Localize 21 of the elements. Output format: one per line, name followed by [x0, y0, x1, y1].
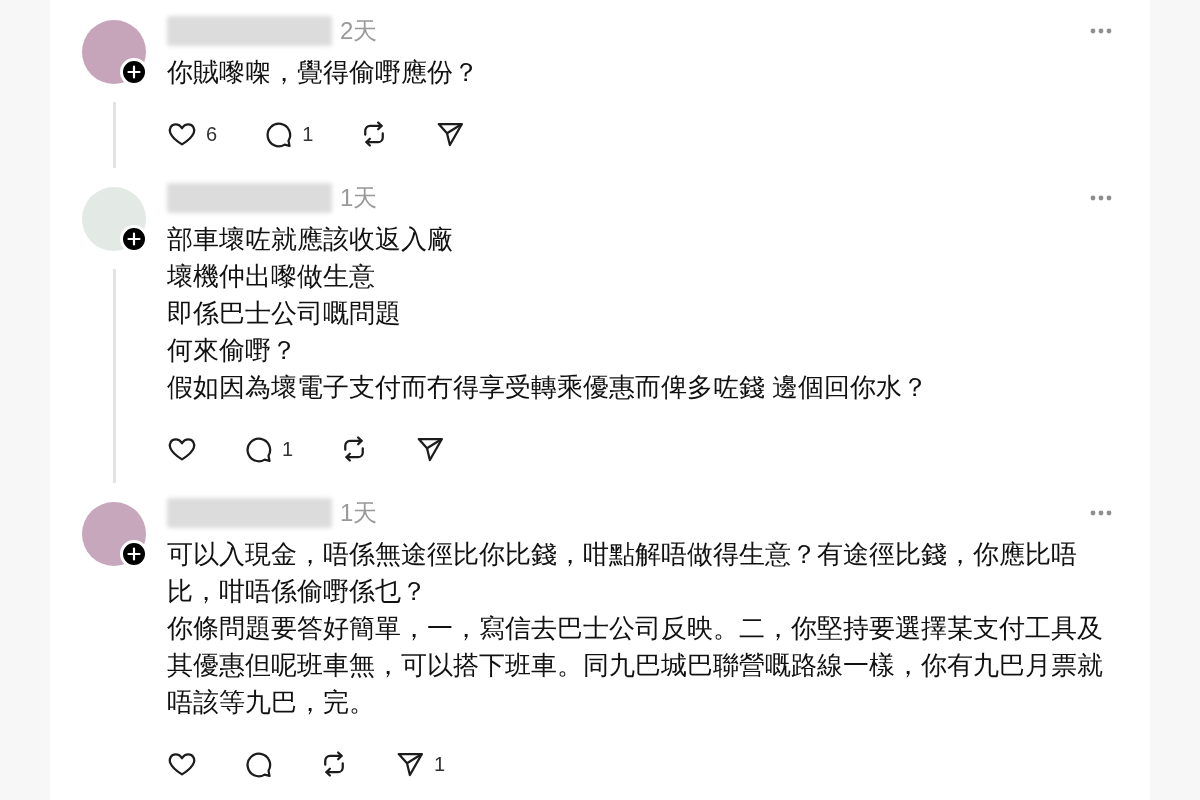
more-icon[interactable]: [1090, 510, 1112, 516]
like-button[interactable]: 6: [167, 119, 218, 149]
comment-text: 何來偷嘢？: [167, 334, 298, 367]
comment-text: 壞機仲出嚟做生意: [167, 260, 376, 293]
plus-icon[interactable]: [120, 540, 148, 568]
comment-text: 假如因為壞電子支付而冇得享受轉乘優惠而俾多咗錢 邊個回你水？: [167, 371, 930, 404]
plus-icon[interactable]: [120, 58, 148, 86]
reply-button[interactable]: 1: [263, 119, 314, 149]
timestamp: 1天: [340, 498, 378, 528]
comment-text: 即係巴士公司嘅問題: [167, 297, 402, 330]
comment-text: 你賊嚟㗎，覺得偷嘢應份？: [167, 56, 480, 89]
reply-button[interactable]: 1: [243, 434, 294, 464]
comment-text: 部車壞咗就應該收返入廠: [167, 223, 454, 256]
plus-icon[interactable]: [120, 225, 148, 253]
comment-text: 可以入現金，唔係無途徑比你比錢，咁點解唔做得生意？有途徑比錢，你應比唔比，咁唔係偷嘢係乜？: [167, 538, 1078, 608]
comment-text: 你條問題要答好簡單，一，寫信去巴士公司反映。二，你堅持要選擇某支付工具及其優惠但呢班車無，可以搭下班車。同九巴城巴聯營嘅路線一樣，你有九巴月票就唔該等九巴，完。: [167, 612, 1104, 719]
share-button[interactable]: 1: [395, 749, 446, 779]
more-icon[interactable]: [1090, 28, 1112, 34]
timestamp: 1天: [340, 183, 378, 213]
timestamp: 2天: [340, 16, 378, 46]
more-icon[interactable]: [1090, 195, 1112, 201]
